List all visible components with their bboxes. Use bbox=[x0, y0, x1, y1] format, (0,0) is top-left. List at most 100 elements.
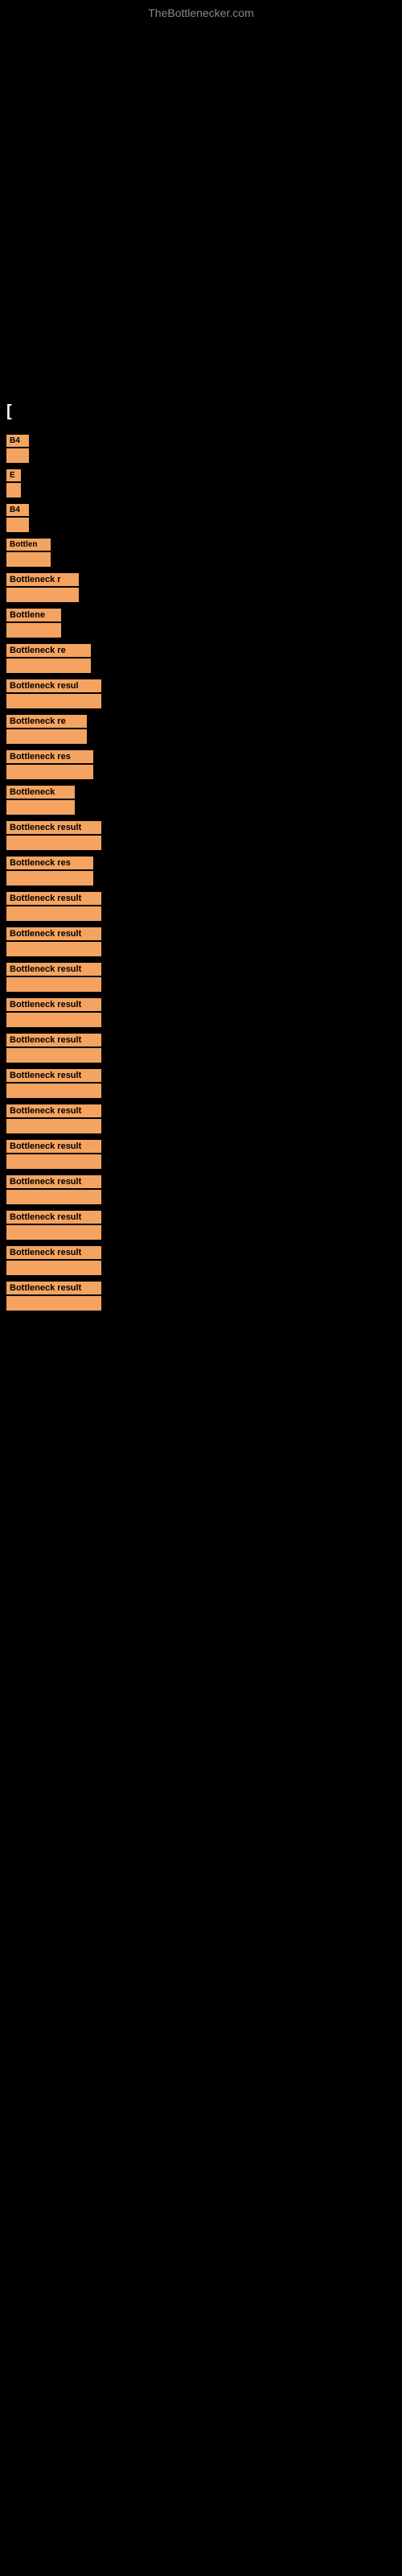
bottleneck-bar-row bbox=[6, 483, 402, 497]
list-item: E bbox=[0, 469, 402, 497]
bottleneck-bar-row bbox=[6, 800, 402, 815]
list-item: Bottleneck result bbox=[0, 1104, 402, 1133]
list-item: Bottleneck result bbox=[0, 892, 402, 921]
bottleneck-result-label: E bbox=[6, 469, 21, 481]
bottleneck-result-label: Bottleneck res bbox=[6, 857, 93, 869]
bottleneck-result-label: Bottleneck res bbox=[6, 750, 93, 763]
list-item: Bottleneck res bbox=[0, 750, 402, 779]
bottleneck-bar-row bbox=[6, 1190, 402, 1204]
bottleneck-bar-row bbox=[6, 765, 402, 779]
list-item: Bottleneck re bbox=[0, 715, 402, 744]
bottleneck-result-label: Bottleneck result bbox=[6, 1175, 101, 1188]
bottleneck-bar bbox=[6, 658, 91, 673]
bottleneck-bar bbox=[6, 1048, 101, 1063]
list-item: Bottleneck result bbox=[0, 927, 402, 956]
bottleneck-bar-row bbox=[6, 658, 402, 673]
bottleneck-result-label: Bottleneck re bbox=[6, 715, 87, 728]
list-item: Bottlene bbox=[0, 609, 402, 638]
bottleneck-bar bbox=[6, 1119, 101, 1133]
bottleneck-bar bbox=[6, 483, 21, 497]
bottleneck-bar-row bbox=[6, 588, 402, 602]
site-title: TheBottlenecker.com bbox=[148, 6, 254, 19]
list-item: Bottlen bbox=[0, 539, 402, 567]
bottleneck-bar-row bbox=[6, 906, 402, 921]
bottleneck-result-label: B4 bbox=[6, 504, 29, 516]
bottleneck-bar bbox=[6, 836, 101, 850]
list-item: Bottleneck result bbox=[0, 1246, 402, 1275]
list-item: Bottleneck result bbox=[0, 998, 402, 1027]
bottleneck-result-label: Bottleneck result bbox=[6, 1034, 101, 1046]
bottleneck-result-label: Bottleneck bbox=[6, 786, 75, 799]
bottleneck-bar-row bbox=[6, 942, 402, 956]
bottleneck-result-label: Bottleneck re bbox=[6, 644, 91, 657]
bottleneck-result-label: Bottleneck result bbox=[6, 998, 101, 1011]
bottleneck-bar bbox=[6, 588, 79, 602]
list-item: Bottleneck result bbox=[0, 1282, 402, 1311]
list-item: Bottleneck result bbox=[0, 821, 402, 850]
bottleneck-bar-row bbox=[6, 1119, 402, 1133]
bottleneck-bar-row bbox=[6, 729, 402, 744]
bottleneck-bar bbox=[6, 1084, 101, 1098]
bottleneck-result-label: Bottleneck result bbox=[6, 1140, 101, 1153]
bottleneck-bar-row bbox=[6, 1084, 402, 1098]
bottleneck-bar-row bbox=[6, 623, 402, 638]
bottleneck-result-label: Bottleneck result bbox=[6, 1069, 101, 1082]
bottleneck-bar bbox=[6, 1225, 101, 1240]
list-item: B4 bbox=[0, 435, 402, 463]
bottleneck-bar bbox=[6, 1261, 101, 1275]
bottleneck-result-label: Bottleneck result bbox=[6, 821, 101, 834]
bottleneck-bar bbox=[6, 448, 29, 463]
bottleneck-result-label: B4 bbox=[6, 435, 29, 447]
bottleneck-bar-row bbox=[6, 552, 402, 567]
bottleneck-bar bbox=[6, 1296, 101, 1311]
bottleneck-result-label: Bottleneck result bbox=[6, 1282, 101, 1294]
list-item: Bottleneck bbox=[0, 786, 402, 815]
bottleneck-bar-row bbox=[6, 1048, 402, 1063]
bottleneck-result-label: Bottleneck result bbox=[6, 963, 101, 976]
bottleneck-bar bbox=[6, 977, 101, 992]
bottleneck-bar-row bbox=[6, 1261, 402, 1275]
list-item: Bottleneck r bbox=[0, 573, 402, 602]
bottleneck-bar bbox=[6, 871, 93, 886]
bottleneck-bar-row bbox=[6, 1013, 402, 1027]
list-item: Bottleneck result bbox=[0, 1069, 402, 1098]
bottleneck-bar bbox=[6, 1154, 101, 1169]
bracket-label: [ bbox=[6, 402, 12, 421]
bottleneck-result-label: Bottleneck result bbox=[6, 1211, 101, 1224]
bottleneck-bar bbox=[6, 906, 101, 921]
bottleneck-bar bbox=[6, 518, 29, 532]
list-item: Bottleneck result bbox=[0, 1175, 402, 1204]
bottleneck-bar bbox=[6, 942, 101, 956]
list-item: Bottleneck result bbox=[0, 1140, 402, 1169]
bottleneck-bar-row bbox=[6, 836, 402, 850]
bottleneck-bar bbox=[6, 1013, 101, 1027]
bottleneck-bar bbox=[6, 800, 75, 815]
list-item: B4 bbox=[0, 504, 402, 532]
bottleneck-bar-row bbox=[6, 448, 402, 463]
bottleneck-bar-row bbox=[6, 518, 402, 532]
bottleneck-items-container: B4 E B4 Bottlen Bottleneck r Bottlene Bottlene… bbox=[0, 435, 402, 1317]
bottleneck-bar bbox=[6, 729, 87, 744]
bottleneck-result-label: Bottleneck result bbox=[6, 1246, 101, 1259]
list-item: Bottleneck result bbox=[0, 1034, 402, 1063]
list-item: Bottleneck re bbox=[0, 644, 402, 673]
bottleneck-bar-row bbox=[6, 1225, 402, 1240]
bottleneck-bar-row bbox=[6, 1296, 402, 1311]
bottleneck-result-label: Bottleneck r bbox=[6, 573, 79, 586]
bottleneck-bar-row bbox=[6, 977, 402, 992]
list-item: Bottleneck result bbox=[0, 1211, 402, 1240]
bottleneck-bar bbox=[6, 552, 51, 567]
bottleneck-bar-row bbox=[6, 871, 402, 886]
bottleneck-bar-row bbox=[6, 1154, 402, 1169]
bottleneck-bar bbox=[6, 623, 61, 638]
list-item: Bottleneck resul bbox=[0, 679, 402, 708]
bottleneck-result-label: Bottlen bbox=[6, 539, 51, 551]
bottleneck-bar-row bbox=[6, 694, 402, 708]
bottleneck-result-label: Bottleneck resul bbox=[6, 679, 101, 692]
bottleneck-result-label: Bottlene bbox=[6, 609, 61, 621]
bottleneck-bar bbox=[6, 694, 101, 708]
list-item: Bottleneck result bbox=[0, 963, 402, 992]
bottleneck-result-label: Bottleneck result bbox=[6, 892, 101, 905]
bottleneck-result-label: Bottleneck result bbox=[6, 1104, 101, 1117]
bottleneck-bar bbox=[6, 765, 93, 779]
